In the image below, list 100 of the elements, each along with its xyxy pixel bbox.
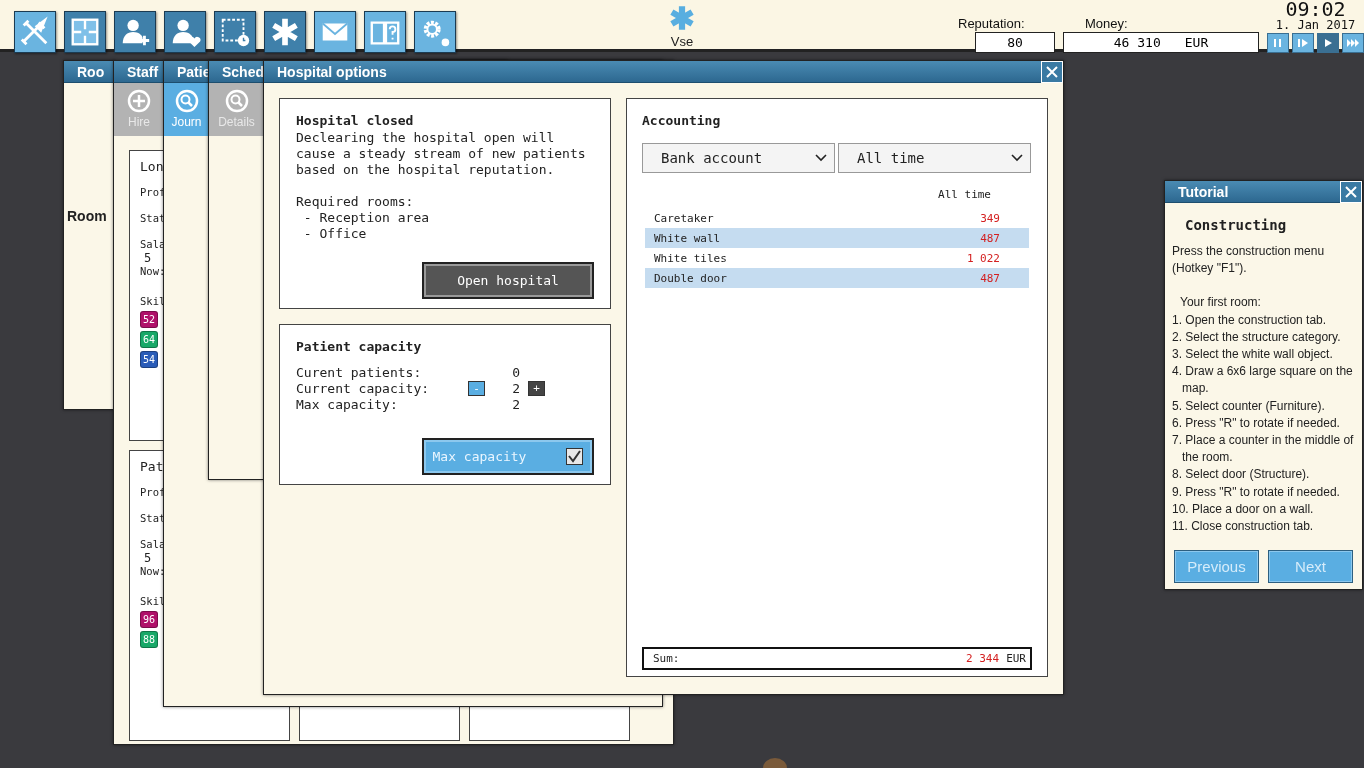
capacity-value: 2: [511, 380, 521, 396]
salary-value: 5: [143, 551, 152, 565]
panel-heading: Accounting: [642, 113, 722, 128]
toolbar-button[interactable]: [314, 11, 356, 53]
account-item: White tiles: [654, 251, 727, 265]
reputation-field: 80: [975, 32, 1055, 53]
capacity-label: Max capacity:: [296, 396, 399, 412]
toolbar-button[interactable]: [264, 11, 306, 53]
search-icon: [174, 89, 199, 113]
skill-badge: 54: [140, 351, 158, 368]
dropdown[interactable]: All time: [838, 143, 1031, 173]
rooms-label: Required rooms:: [296, 194, 414, 210]
decrease-button[interactable]: -: [468, 380, 485, 396]
search-icon: [224, 89, 249, 113]
tutorial-step: 10. Place a door on a wall.: [1172, 500, 1358, 519]
skill-badge: 52: [140, 311, 158, 328]
checkbox[interactable]: [566, 448, 584, 465]
account-amount: 487: [980, 231, 1000, 245]
now-label: Now:: [140, 565, 166, 578]
staff-name: Pat: [140, 459, 164, 474]
reputation-label: Reputation:: [958, 16, 1026, 31]
dropdown[interactable]: Bank account: [642, 143, 835, 173]
tutorial-step: 1. Open the construction tab.: [1172, 311, 1358, 329]
nav-button[interactable]: Next: [1268, 550, 1353, 583]
room-heading: Room: [67, 208, 107, 224]
max-capacity-toggle[interactable]: Max capacity: [422, 438, 594, 475]
account-item: White wall: [654, 231, 721, 245]
staff-name: Lon: [140, 159, 164, 174]
description-text: Declearing the hospital open will cause a steady stream of new patients based on the hospital reputation.: [296, 130, 587, 178]
speed-button[interactable]: [1317, 33, 1339, 53]
account-item: Double door: [654, 271, 727, 285]
currency-label: EUR: [1006, 652, 1026, 665]
profession-label: Prof: [140, 186, 166, 199]
close-button[interactable]: [1041, 61, 1063, 83]
capacity-value: 0: [511, 364, 521, 380]
salary-value: 5: [143, 251, 152, 265]
tutorial-step: 11. Close construction tab.: [1172, 518, 1358, 536]
tutorial-step: 8. Select door (Structure).: [1172, 466, 1358, 484]
tutorial-step: 7. Place a counter in the middle of the room.: [1172, 432, 1358, 467]
skill-badge: 64: [140, 331, 158, 348]
toolbar-button[interactable]: [14, 11, 56, 53]
window-title: Staff: [127, 63, 159, 80]
money-label: Money:: [1085, 16, 1129, 31]
toolbar-button[interactable]: [364, 11, 406, 53]
window-title: Tutorial: [1178, 183, 1229, 200]
tutorial-heading: Constructing: [1184, 217, 1288, 233]
speed-button[interactable]: [1292, 33, 1314, 53]
tutorial-text: Press the construction menu (Hotkey "F1").: [1172, 243, 1326, 278]
column-header: All time: [937, 188, 992, 201]
toolbar-button[interactable]: [214, 11, 256, 53]
capacity-label: Current capacity:: [296, 380, 431, 396]
account-amount: 487: [980, 271, 1000, 285]
open-hospital-button[interactable]: Open hospital: [422, 262, 594, 299]
money-amount: 46 310: [1113, 35, 1161, 50]
step-icon: [1296, 36, 1310, 50]
account-item: Caretaker: [654, 211, 714, 225]
toolbar-button[interactable]: [114, 11, 156, 53]
star-of-life-icon[interactable]: [668, 4, 696, 32]
sum-value: 2 344: [966, 652, 1000, 665]
close-icon: [1045, 64, 1059, 79]
check-icon: [568, 450, 582, 463]
tutorial-step: 2. Select the structure category.: [1172, 328, 1358, 346]
toolbar-button[interactable]: [164, 11, 206, 53]
status-label: Stat: [140, 212, 166, 225]
panel-heading: Patient capacity: [296, 339, 422, 354]
skill-badge: 88: [140, 631, 158, 648]
account-amount: 349: [980, 211, 1000, 225]
chevron-icon: [815, 154, 827, 162]
speed-button[interactable]: [1267, 33, 1289, 53]
fast-forward-icon: [1346, 36, 1360, 50]
sum-label: Sum:: [653, 652, 681, 665]
profession-label: Prof: [140, 486, 166, 499]
clock-time: 09:02: [1285, 0, 1346, 18]
capacity-label: Curent patients:: [296, 364, 423, 380]
add-icon: [127, 89, 151, 113]
tutorial-step: 5. Select counter (Furniture).: [1172, 397, 1358, 415]
capacity-value: 2: [511, 396, 521, 412]
toolbar-button[interactable]: [414, 11, 456, 53]
toolbar-button[interactable]: [64, 11, 106, 53]
status-label: Stat: [140, 512, 166, 525]
speed-button[interactable]: [1342, 33, 1364, 53]
tutorial-step: 3. Select the white wall object.: [1172, 346, 1358, 364]
chevron-icon: [1011, 154, 1023, 162]
window-title: Hospital options: [277, 63, 387, 80]
room-list-item: - Office: [302, 226, 367, 242]
window-title: Roo: [77, 63, 105, 80]
tutorial-step: 6. Press "R" to rotate if needed.: [1172, 414, 1358, 433]
tab[interactable]: Journ: [164, 83, 209, 136]
skill-badge: 96: [140, 611, 158, 628]
tutorial-step: 9. Press "R" to rotate if needed.: [1172, 483, 1358, 501]
close-button[interactable]: [1340, 181, 1362, 203]
room-list-item: - Reception area: [302, 210, 430, 226]
currency-label: EUR: [1184, 35, 1209, 50]
now-label: Now:: [140, 265, 166, 278]
panel-heading: Hospital closed: [296, 113, 414, 128]
nav-button[interactable]: Previous: [1174, 550, 1259, 583]
increase-button[interactable]: +: [528, 380, 545, 396]
account-amount: 1 022: [966, 251, 1000, 265]
window-title: Sched: [222, 63, 264, 80]
window-title: Patie: [177, 63, 211, 80]
